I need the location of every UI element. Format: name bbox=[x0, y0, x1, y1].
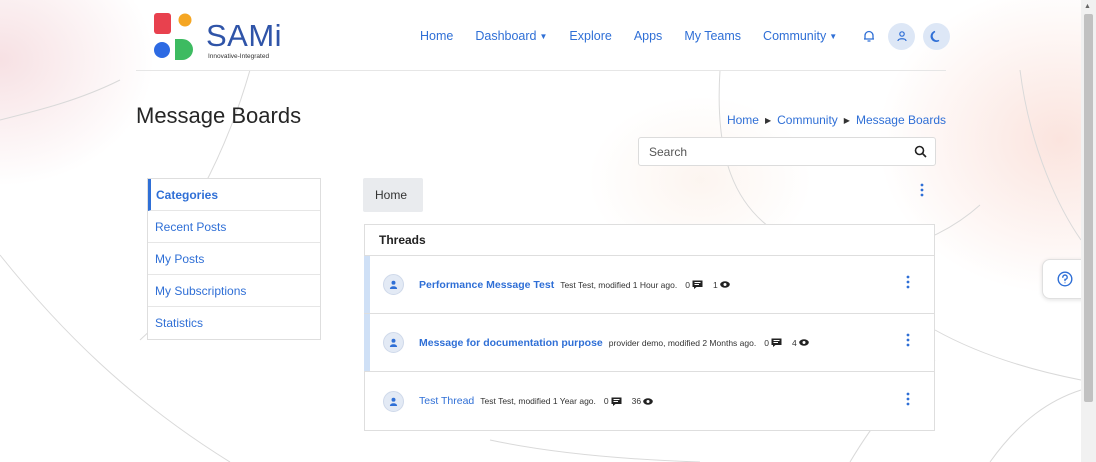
bell-icon bbox=[863, 30, 874, 42]
kebab-menu-icon bbox=[906, 275, 910, 289]
reply-count: 0 bbox=[685, 280, 703, 290]
nav-dashboard[interactable]: Dashboard ▼ bbox=[475, 29, 547, 43]
search-icon bbox=[914, 145, 927, 158]
main-nav: Home Dashboard ▼ Explore Apps My Teams Co… bbox=[420, 22, 958, 50]
scroll-up-arrow-icon[interactable]: ▲ bbox=[1084, 3, 1091, 10]
avatar bbox=[383, 274, 404, 295]
thread-meta: Test Test, modified 1 Year ago. bbox=[480, 396, 596, 406]
nav-dashboard-label: Dashboard bbox=[475, 29, 537, 43]
thread-row: Performance Message Test Test Test, modi… bbox=[364, 256, 934, 314]
thread-title-link[interactable]: Message for documentation purpose bbox=[419, 337, 603, 349]
comment-icon bbox=[692, 280, 703, 289]
view-count-value: 4 bbox=[791, 337, 797, 348]
user-icon bbox=[389, 338, 398, 347]
thread-options-menu[interactable] bbox=[904, 392, 912, 411]
user-icon bbox=[389, 280, 398, 289]
sami-logo-mark-icon bbox=[154, 13, 193, 60]
breadcrumb: Home ▶ Community ▶ Message Boards bbox=[727, 113, 946, 127]
nav-explore-label: Explore bbox=[569, 29, 612, 43]
thread-meta: Test Test, modified 1 Hour ago. bbox=[560, 279, 678, 290]
breadcrumb-home[interactable]: Home bbox=[727, 113, 759, 127]
view-count-value: 1 bbox=[712, 279, 718, 290]
sidebar-item-statistics[interactable]: Statistics bbox=[148, 307, 320, 339]
view-count-value: 36 bbox=[631, 396, 642, 406]
breadcrumb-community[interactable]: Community bbox=[777, 113, 838, 127]
kebab-menu-icon bbox=[920, 183, 924, 197]
nav-community[interactable]: Community ▼ bbox=[763, 29, 837, 43]
eye-icon bbox=[798, 339, 809, 346]
question-circle-icon bbox=[1057, 271, 1073, 287]
eye-icon bbox=[643, 397, 653, 405]
scrollbar-thumb[interactable] bbox=[1084, 14, 1093, 402]
brand-logo[interactable]: SAMi Innovative-Integrated bbox=[152, 12, 292, 60]
reply-count: 0 bbox=[764, 338, 782, 348]
avatar bbox=[383, 332, 404, 353]
sidebar-item-categories[interactable]: Categories bbox=[148, 179, 320, 211]
thread-options-menu[interactable] bbox=[904, 333, 912, 352]
nav-home-label: Home bbox=[420, 29, 454, 43]
board-options-menu[interactable] bbox=[918, 183, 926, 202]
view-count: 4 bbox=[792, 338, 809, 348]
header-divider bbox=[136, 70, 946, 71]
page-scrollbar[interactable]: ▲ bbox=[1081, 0, 1096, 462]
thread-meta: provider demo, modified 2 Months ago. bbox=[608, 337, 757, 348]
nav-apps-label: Apps bbox=[633, 29, 663, 43]
user-menu-button[interactable] bbox=[888, 22, 916, 50]
thread-options-menu[interactable] bbox=[904, 275, 912, 294]
user-icon bbox=[389, 397, 398, 406]
thread-title-link[interactable]: Test Thread bbox=[419, 395, 474, 407]
moon-icon bbox=[930, 30, 940, 42]
sidebar-item-my-subscriptions[interactable]: My Subscriptions bbox=[148, 275, 320, 307]
nav-my-teams-label: My Teams bbox=[684, 29, 742, 43]
threads-panel: Threads Performance Message Test Test Te… bbox=[364, 224, 935, 431]
nav-my-teams[interactable]: My Teams bbox=[684, 29, 741, 43]
comment-icon bbox=[771, 338, 782, 347]
view-count: 36 bbox=[632, 396, 653, 406]
nav-home[interactable]: Home bbox=[420, 29, 453, 43]
eye-icon bbox=[719, 281, 730, 288]
category-breadcrumb-home[interactable]: Home bbox=[363, 178, 423, 212]
nav-explore[interactable]: Explore bbox=[569, 29, 611, 43]
sidebar-item-my-posts[interactable]: My Posts bbox=[148, 243, 320, 275]
reply-count: 0 bbox=[604, 396, 622, 406]
view-count: 1 bbox=[713, 280, 730, 290]
reply-count-value: 0 bbox=[603, 396, 609, 406]
reply-count-value: 0 bbox=[764, 337, 769, 348]
brand-tagline: Innovative-Integrated bbox=[208, 53, 270, 60]
chevron-down-icon: ▼ bbox=[829, 31, 838, 41]
avatar bbox=[383, 390, 404, 412]
caret-right-icon: ▶ bbox=[843, 115, 850, 125]
chevron-down-icon: ▼ bbox=[539, 31, 548, 41]
page-title: Message Boards bbox=[136, 103, 302, 128]
sidebar-nav: Categories Recent Posts My Posts My Subs… bbox=[147, 178, 321, 340]
search-button[interactable] bbox=[905, 145, 935, 158]
user-icon bbox=[897, 31, 907, 42]
brand-name: SAMi bbox=[206, 18, 283, 53]
threads-header: Threads bbox=[365, 225, 934, 256]
search-box bbox=[638, 137, 936, 166]
thread-row: Test Thread Test Test, modified 1 Year a… bbox=[365, 372, 934, 430]
reply-count-value: 0 bbox=[685, 279, 690, 290]
nav-apps[interactable]: Apps bbox=[634, 29, 663, 43]
dark-mode-toggle[interactable] bbox=[923, 22, 951, 50]
comment-icon bbox=[611, 397, 622, 406]
kebab-menu-icon bbox=[906, 392, 910, 405]
thread-title-link[interactable]: Performance Message Test bbox=[419, 279, 554, 291]
search-input[interactable] bbox=[639, 138, 905, 165]
notifications-button[interactable] bbox=[855, 23, 882, 50]
kebab-menu-icon bbox=[906, 333, 910, 347]
thread-row: Message for documentation purpose provid… bbox=[364, 314, 934, 372]
breadcrumb-message-boards[interactable]: Message Boards bbox=[856, 113, 946, 127]
caret-right-icon: ▶ bbox=[764, 115, 772, 125]
sidebar-item-recent-posts[interactable]: Recent Posts bbox=[148, 211, 320, 243]
nav-community-label: Community bbox=[763, 29, 827, 43]
